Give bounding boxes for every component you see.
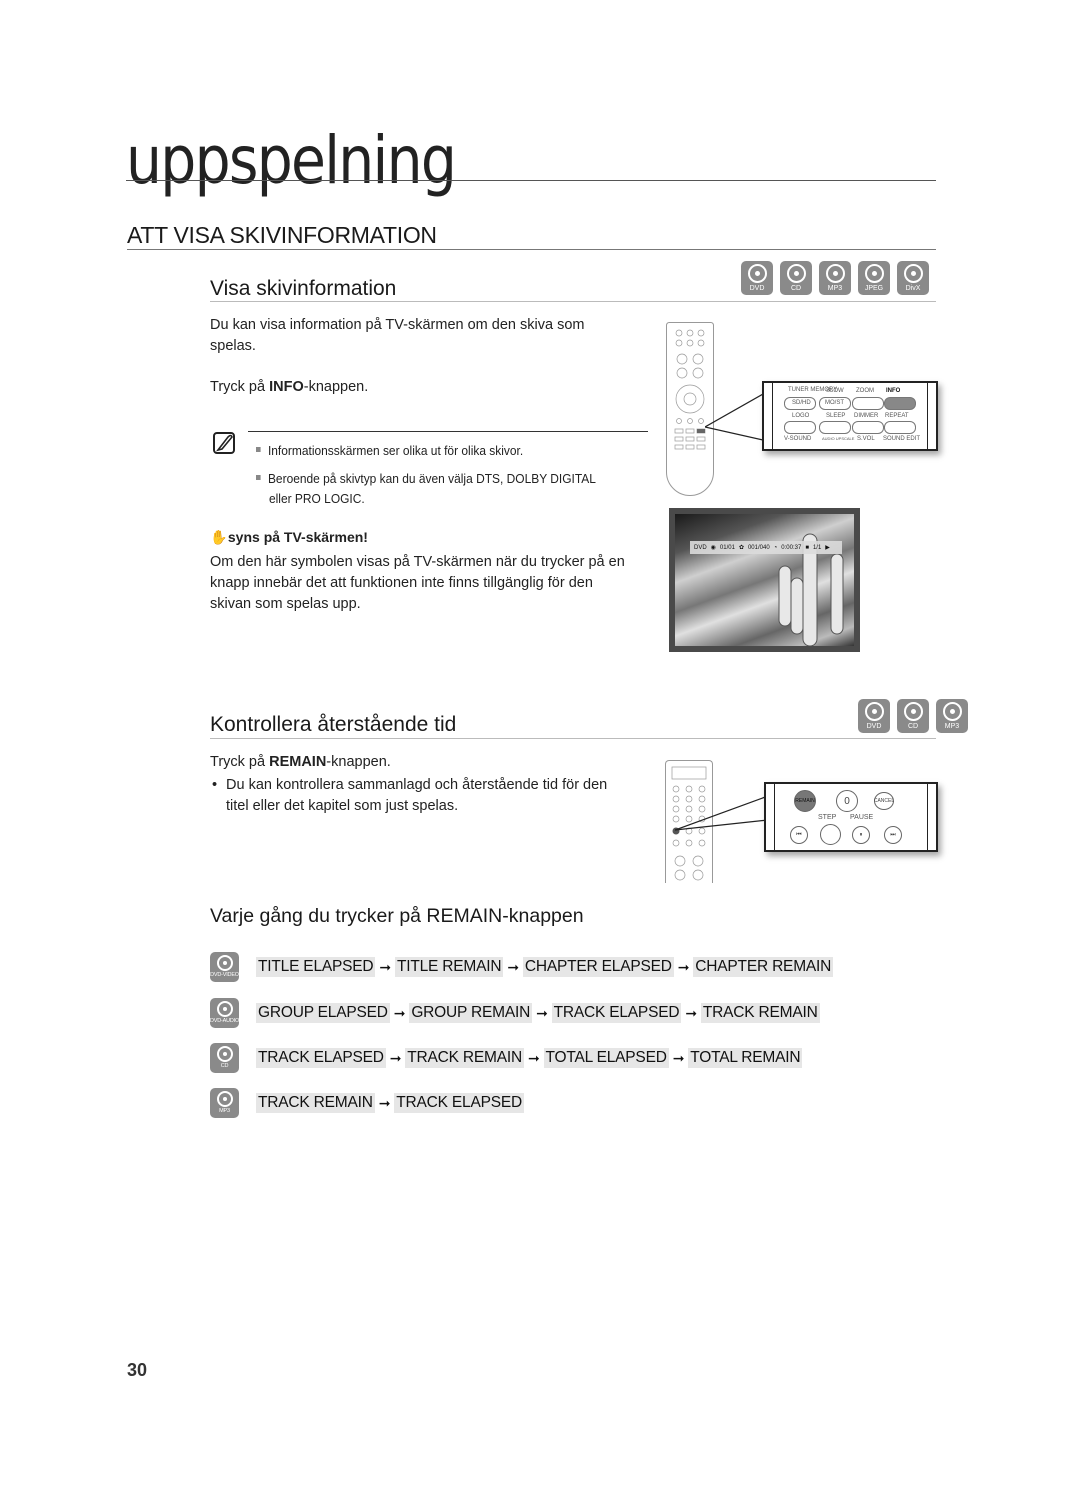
chapter-divider [126, 180, 936, 181]
note-icon [212, 431, 238, 455]
state-label: GROUP ELAPSED [256, 1003, 390, 1023]
zero-button: 0 [836, 790, 858, 812]
remain-bullet: • Du kan kontrollera sammanlagd och åter… [212, 777, 608, 814]
arrow-icon: ➞ [389, 1049, 402, 1066]
arrow-icon: ➞ [378, 1094, 391, 1111]
osd-angle: 1/1 [812, 544, 822, 551]
state-label: TRACK ELAPSED [394, 1093, 525, 1113]
osd-info-bar: DVD ◉ 01/01 ✿ 001/040 ◔ 0:00:37 ■ 1/1 ▶ [690, 541, 842, 554]
mp3-disc-icon: MP3 [819, 261, 851, 295]
mp3-disc-icon: MP3 [936, 699, 968, 733]
state-label: TRACK REMAIN [405, 1048, 525, 1068]
cd-disc-icon: CD [780, 261, 812, 295]
state-label: TOTAL ELAPSED [543, 1048, 669, 1068]
step-button [820, 824, 841, 845]
jpeg-disc-icon: JPEG [858, 261, 890, 295]
section-title: ATT VISA SKIVINFORMATION [127, 222, 437, 248]
cycle-title: Varje gång du trycker på REMAIN-knappen [210, 905, 584, 927]
chapter-title: uppspelning [126, 122, 457, 199]
subsection-divider [210, 738, 936, 739]
info-button [884, 397, 916, 410]
arrow-icon: ➞ [536, 1004, 548, 1021]
remain-button: REMAIN [794, 790, 816, 812]
note-item-continued: eller PRO LOGIC. [269, 491, 365, 506]
page-number: 30 [127, 1360, 148, 1380]
subsection-title-remaining-time: Kontrollera återstående tid [210, 713, 457, 736]
play-icon: ▶ [825, 545, 830, 551]
remain-instruction: Tryck på REMAIN-knappen. [210, 754, 391, 770]
state-label: TRACK ELAPSED [256, 1048, 386, 1068]
state-label: TITLE REMAIN [394, 957, 504, 977]
warning-heading: ✋ syns på TV-skärmen! [210, 527, 368, 548]
cycle-row-dvd-audio: DVD-AUDIO GROUP ELAPSED ➞ GROUP REMAIN ➞ T… [210, 998, 820, 1028]
subsection-title-disc-info: Visa skivinformation [210, 277, 397, 300]
arrow-icon: ➞ [528, 1049, 540, 1066]
cycle-row-cd: CD TRACK ELAPSED ➞ TRACK REMAIN ➞ TOTAL EL… [210, 1043, 803, 1073]
divx-disc-icon: DivX [897, 261, 929, 295]
cycle-row-mp3: MP3 TRACK REMAIN ➞ TRACK ELAPSED [210, 1088, 525, 1118]
chapter-icon: ✿ [738, 545, 744, 551]
title-icon: ◉ [710, 545, 716, 551]
osd-title: 01/01 [719, 544, 735, 551]
mp3-disc-icon: MP3 [210, 1088, 239, 1118]
cactus-photo: DVD ◉ 01/01 ✿ 001/040 ◔ 0:00:37 ■ 1/1 ▶ [675, 514, 854, 646]
disc-compat-icons: DVD CD MP3 [858, 699, 968, 733]
state-label: CHAPTER ELAPSED [522, 957, 674, 977]
osd-chapter: 001/040 [747, 544, 770, 551]
osd-time: 0:00:37 [781, 544, 802, 551]
clock-icon: ◔ [773, 544, 778, 551]
section-divider [127, 249, 936, 250]
disc-info-intro: Du kan visa information på TV-skärmen om… [210, 317, 585, 354]
arrow-icon: ➞ [379, 958, 391, 975]
note-item: Beroende på skivtyp kan du även välja DT… [256, 469, 596, 489]
skip-forward-icon: ⏭ [884, 826, 902, 844]
state-label: TOTAL REMAIN [688, 1048, 803, 1068]
arrow-icon: ➞ [677, 958, 690, 975]
note-item: Informationsskärmen ser olika ut för oli… [256, 441, 523, 461]
info-button-zoom: TUNER MEMORY SLOW ZOOM INFO SD/HD MO/ST … [762, 381, 938, 451]
dvd-video-disc-icon: DVD-VIDEO [210, 952, 239, 982]
arrow-icon: ➞ [507, 958, 519, 975]
state-label: TITLE ELAPSED [256, 957, 376, 977]
hand-icon: ✋ [210, 529, 228, 545]
subsection-divider [210, 301, 936, 302]
tv-screen-illustration: DVD ◉ 01/01 ✿ 001/040 ◔ 0:00:37 ■ 1/1 ▶ [669, 508, 860, 652]
warning-text: Om den här symbolen visas på TV-skärmen … [210, 554, 625, 612]
disc-compat-icons: DVD CD MP3 JPEG DivX [741, 261, 929, 295]
pause-icon: ⏸ [852, 826, 870, 844]
disc-info-instruction: Tryck på INFO-knappen. [210, 379, 369, 395]
state-label: TRACK ELAPSED [551, 1003, 682, 1023]
state-label: GROUP REMAIN [409, 1003, 533, 1023]
callout-lines [705, 393, 764, 441]
arrow-icon: ➞ [393, 1004, 406, 1021]
state-label: TRACK REMAIN [256, 1093, 375, 1113]
skip-back-icon: ⏮ [790, 826, 808, 844]
cycle-row-dvd-video: DVD-VIDEO TITLE ELAPSED ➞ TITLE REMAIN ➞ C… [210, 952, 834, 982]
state-label: CHAPTER REMAIN [693, 957, 834, 977]
note-divider [248, 431, 648, 432]
dvd-disc-icon: DVD [741, 261, 773, 295]
osd-disc-type: DVD [694, 544, 707, 551]
state-label: TRACK REMAIN [700, 1003, 820, 1023]
arrow-icon: ➞ [685, 1004, 697, 1021]
camera-angle-icon: ■ [805, 544, 809, 551]
dvd-audio-disc-icon: DVD-AUDIO [210, 998, 239, 1028]
callout-lines [675, 795, 769, 831]
cd-disc-icon: CD [897, 699, 929, 733]
cd-disc-icon: CD [210, 1043, 239, 1073]
remain-button-zoom: REMAIN 0 CANCEL STEP PAUSE ⏮ ⏸ ⏭ [764, 782, 938, 852]
cancel-button: CANCEL [874, 792, 894, 810]
dvd-disc-icon: DVD [858, 699, 890, 733]
arrow-icon: ➞ [672, 1049, 685, 1066]
